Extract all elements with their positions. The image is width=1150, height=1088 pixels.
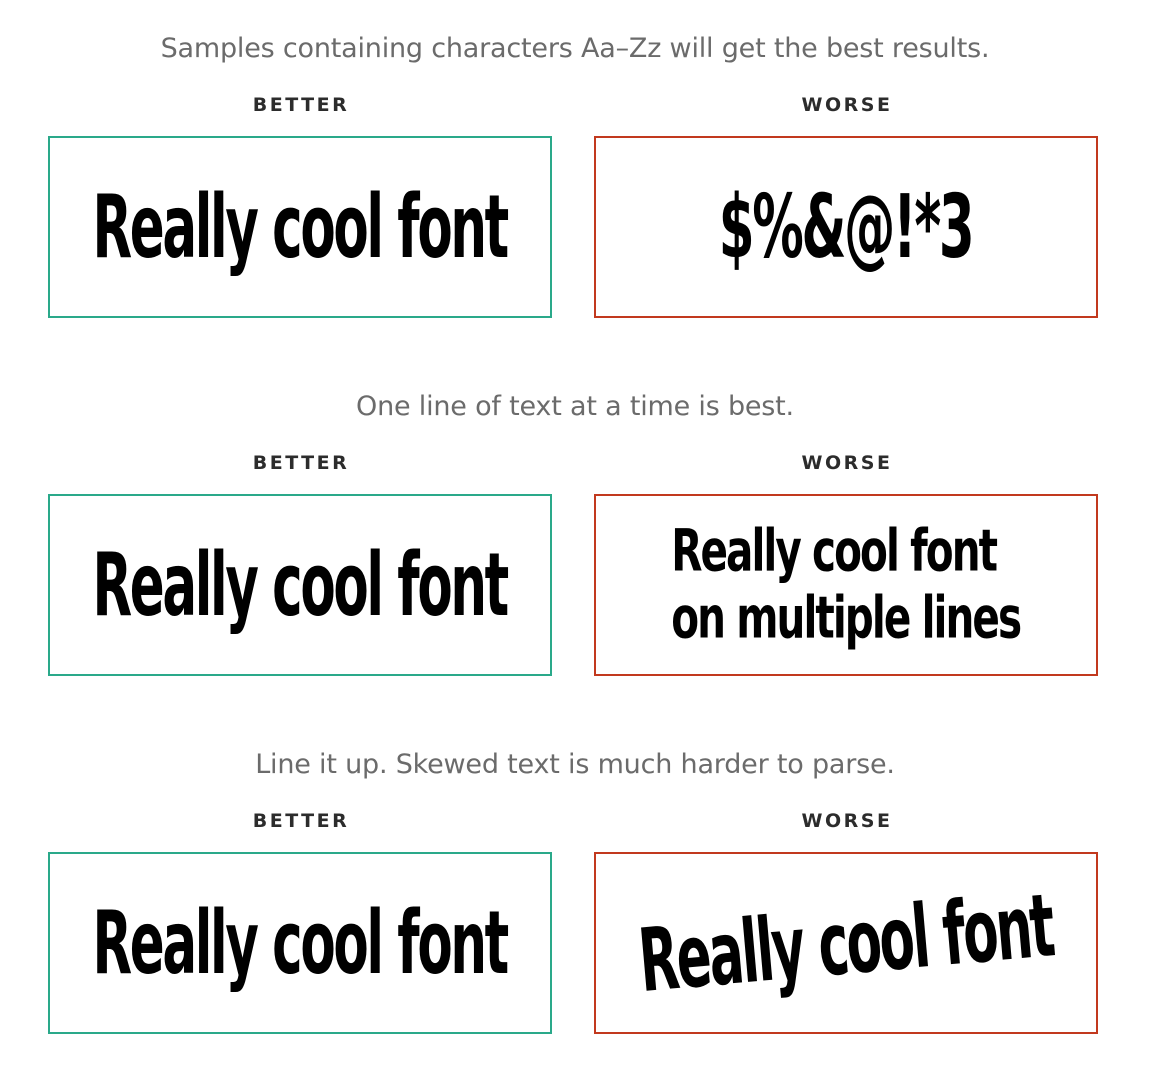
better-label: BETTER (252, 810, 350, 832)
better-sample-text: Really cool font (92, 176, 510, 278)
better-sample-text: Really cool font (92, 534, 510, 636)
worse-example-box: Really cool font (594, 852, 1098, 1034)
worse-sample-text: Really cool font (635, 874, 1057, 1012)
tip-section-single-line: One line of text at a time is best. BETT… (0, 387, 1150, 707)
better-label: BETTER (252, 94, 350, 116)
better-example-box: Really cool font (48, 852, 552, 1034)
worse-label: WORSE (801, 452, 893, 474)
worse-sample-line-1: Really cool font (671, 517, 999, 585)
worse-sample-text: Really cool font on multiple lines (671, 517, 1023, 653)
worse-label: WORSE (801, 94, 893, 116)
tip-text: One line of text at a time is best. (356, 391, 794, 422)
tip-text: Line it up. Skewed text is much harder t… (255, 749, 895, 780)
tip-section-alignment: Line it up. Skewed text is much harder t… (0, 745, 1150, 1065)
worse-sample-line-2: on multiple lines (671, 585, 1023, 653)
better-sample-text: Really cool font (92, 892, 510, 994)
worse-sample-text: $%&@!*3 (719, 176, 975, 278)
worse-label: WORSE (801, 810, 893, 832)
tip-text: Samples containing characters Aa–Zz will… (160, 33, 990, 64)
worse-example-box: $%&@!*3 (594, 136, 1098, 318)
worse-example-box: Really cool font on multiple lines (594, 494, 1098, 676)
better-example-box: Really cool font (48, 136, 552, 318)
better-label: BETTER (252, 452, 350, 474)
tip-section-characters: Samples containing characters Aa–Zz will… (0, 29, 1150, 349)
better-example-box: Really cool font (48, 494, 552, 676)
